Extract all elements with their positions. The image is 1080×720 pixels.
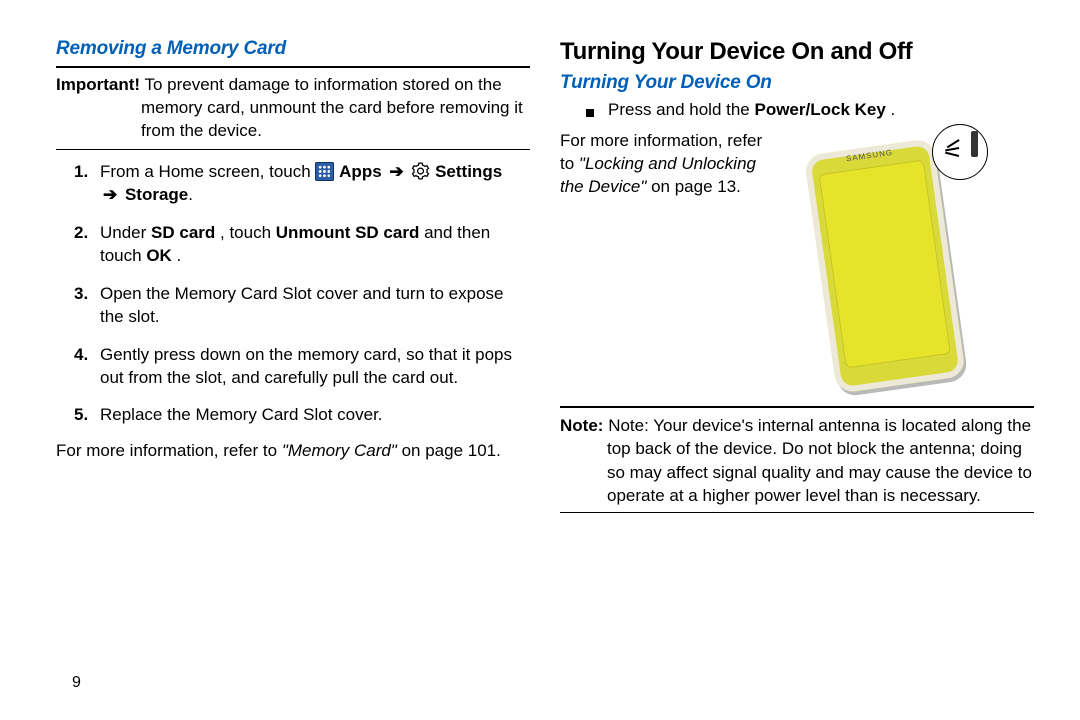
section-heading-power-on: Turning Your Device On [560, 72, 1034, 94]
apps-icon [315, 162, 334, 181]
device-illustration: SAMSUNG [784, 130, 984, 390]
step-text: , touch [220, 223, 276, 242]
ok-label: OK [146, 246, 172, 265]
power-button-callout [932, 124, 988, 180]
settings-icon [411, 161, 430, 180]
step-text: Open the Memory Card Slot cover and turn… [100, 284, 503, 326]
main-heading-power: Turning Your Device On and Off [560, 38, 1034, 66]
step-number: 5. [74, 403, 88, 426]
important-label: Important! [56, 75, 140, 94]
section-heading-remove-card: Removing a Memory Card [56, 38, 530, 60]
page-number: 9 [72, 674, 81, 692]
arrow-icon: ➔ [386, 162, 411, 181]
divider [56, 66, 530, 68]
power-button-icon [971, 131, 978, 157]
step-1: 1. From a Home screen, touch Apps ➔ Sett… [56, 160, 530, 207]
divider [560, 512, 1034, 513]
note-block: Note: Note: Your device's internal anten… [560, 414, 1034, 508]
cross-reference: For more information, refer to "Locking … [560, 130, 770, 199]
ref-and-figure: For more information, refer to "Locking … [560, 130, 1034, 390]
important-text: To prevent damage to information stored … [141, 75, 523, 140]
note-label: Note: [560, 416, 603, 435]
bullet-item: Press and hold the Power/Lock Key . [560, 100, 1034, 120]
bullet-post: . [891, 100, 896, 119]
settings-label: Settings [435, 162, 502, 181]
sd-card-label: SD card [151, 223, 215, 242]
step-3: 3. Open the Memory Card Slot cover and t… [56, 282, 530, 329]
step-text: Under [100, 223, 151, 242]
step-number: 3. [74, 282, 88, 305]
note-text: Note: Your device's internal antenna is … [607, 416, 1032, 505]
left-column: Removing a Memory Card Important! To pre… [56, 38, 530, 688]
step-text: Gently press down on the memory card, so… [100, 345, 512, 387]
phone-icon: SAMSUNG [804, 138, 966, 394]
step-2: 2. Under SD card , touch Unmount SD card… [56, 221, 530, 268]
step-number: 1. [74, 160, 88, 183]
manual-page: Removing a Memory Card Important! To pre… [0, 0, 1080, 720]
arrow-icon: ➔ [100, 185, 125, 204]
ref-pre: For more information, refer to [56, 441, 282, 460]
square-bullet-icon [586, 109, 594, 117]
unmount-label: Unmount SD card [276, 223, 420, 242]
ref-post: on page 13. [651, 177, 741, 196]
divider [56, 149, 530, 150]
device-brand: SAMSUNG [804, 142, 934, 169]
ref-post: on page 101. [402, 441, 501, 460]
apps-label: Apps [339, 162, 382, 181]
step-text: Replace the Memory Card Slot cover. [100, 405, 383, 424]
step-text: From a Home screen, touch [100, 162, 315, 181]
step-number: 2. [74, 221, 88, 244]
bullet-text: Press and hold the Power/Lock Key . [608, 100, 895, 120]
cross-reference: For more information, refer to "Memory C… [56, 441, 530, 461]
right-column: Turning Your Device On and Off Turning Y… [560, 38, 1034, 688]
bullet-pre: Press and hold the [608, 100, 754, 119]
step-4: 4. Gently press down on the memory card,… [56, 343, 530, 390]
important-block: Important! To prevent damage to informat… [56, 74, 530, 143]
steps-list: 1. From a Home screen, touch Apps ➔ Sett… [56, 160, 530, 427]
storage-label: Storage [125, 185, 188, 204]
step-number: 4. [74, 343, 88, 366]
step-5: 5. Replace the Memory Card Slot cover. [56, 403, 530, 426]
step-text: . [177, 246, 182, 265]
divider [560, 406, 1034, 408]
power-key-label: Power/Lock Key [754, 100, 885, 119]
ref-link: "Memory Card" [282, 441, 397, 460]
